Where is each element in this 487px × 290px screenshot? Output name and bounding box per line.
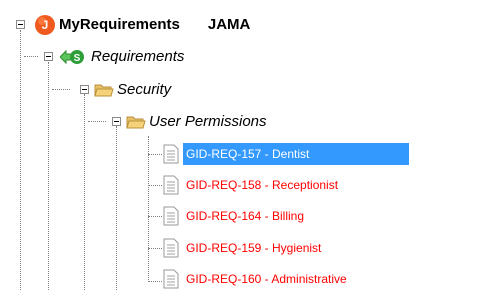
collapse-toggle-requirements[interactable]	[44, 52, 53, 61]
tree-line	[52, 89, 70, 90]
tree-line	[148, 136, 149, 282]
tree-item-req-158[interactable]: GID-REQ-158 - Receptionist	[162, 174, 341, 196]
svg-text:J: J	[42, 18, 49, 32]
set-icon: S	[59, 49, 86, 65]
item-label: GID-REQ-158 - Receptionist	[186, 178, 339, 192]
tree-line	[148, 248, 162, 249]
tree-line	[148, 281, 162, 282]
tree-item-req-157[interactable]: GID-REQ-157 - Dentist	[162, 143, 410, 165]
collapse-toggle-security[interactable]	[80, 85, 89, 94]
item-label: GID-REQ-160 - Administrative	[186, 272, 347, 286]
item-label: GID-REQ-164 - Billing	[186, 209, 305, 223]
collapse-toggle-user-permissions[interactable]	[112, 117, 121, 126]
folder-icon	[126, 114, 146, 130]
tree-line	[48, 62, 49, 290]
document-icon	[162, 144, 180, 164]
tree-node-root[interactable]: J MyRequirements JAMA	[34, 14, 250, 36]
tree-item-req-160[interactable]: GID-REQ-160 - Administrative	[162, 268, 350, 290]
tree-line	[148, 185, 162, 186]
user-permissions-label: User Permissions	[149, 113, 267, 130]
root-suffix: JAMA	[207, 16, 251, 33]
tree-line	[20, 30, 21, 290]
requirements-tree: J MyRequirements JAMA S Requirements Sec…	[0, 0, 487, 290]
project-icon: J	[34, 14, 56, 36]
tree-line	[24, 56, 38, 57]
document-icon	[162, 206, 180, 226]
requirements-label: Requirements	[91, 48, 185, 65]
item-label: GID-REQ-159 - Hygienist	[186, 241, 322, 255]
tree-line	[148, 216, 162, 217]
tree-line	[88, 121, 106, 122]
tree-line	[116, 126, 117, 290]
tree-node-requirements[interactable]: S Requirements	[59, 46, 185, 68]
folder-icon	[94, 82, 114, 98]
tree-line	[84, 94, 85, 290]
tree-item-req-159[interactable]: GID-REQ-159 - Hygienist	[162, 237, 324, 259]
document-icon	[162, 269, 180, 289]
document-icon	[162, 175, 180, 195]
tree-node-security[interactable]: Security	[94, 79, 171, 101]
tree-node-user-permissions[interactable]: User Permissions	[126, 111, 267, 133]
root-label: MyRequirements	[59, 16, 180, 33]
svg-text:S: S	[74, 53, 81, 64]
collapse-toggle-root[interactable]	[16, 20, 25, 29]
tree-item-req-164[interactable]: GID-REQ-164 - Billing	[162, 205, 307, 227]
tree-line	[148, 154, 162, 155]
document-icon	[162, 238, 180, 258]
security-label: Security	[117, 81, 172, 98]
item-label: GID-REQ-157 - Dentist	[183, 143, 410, 165]
